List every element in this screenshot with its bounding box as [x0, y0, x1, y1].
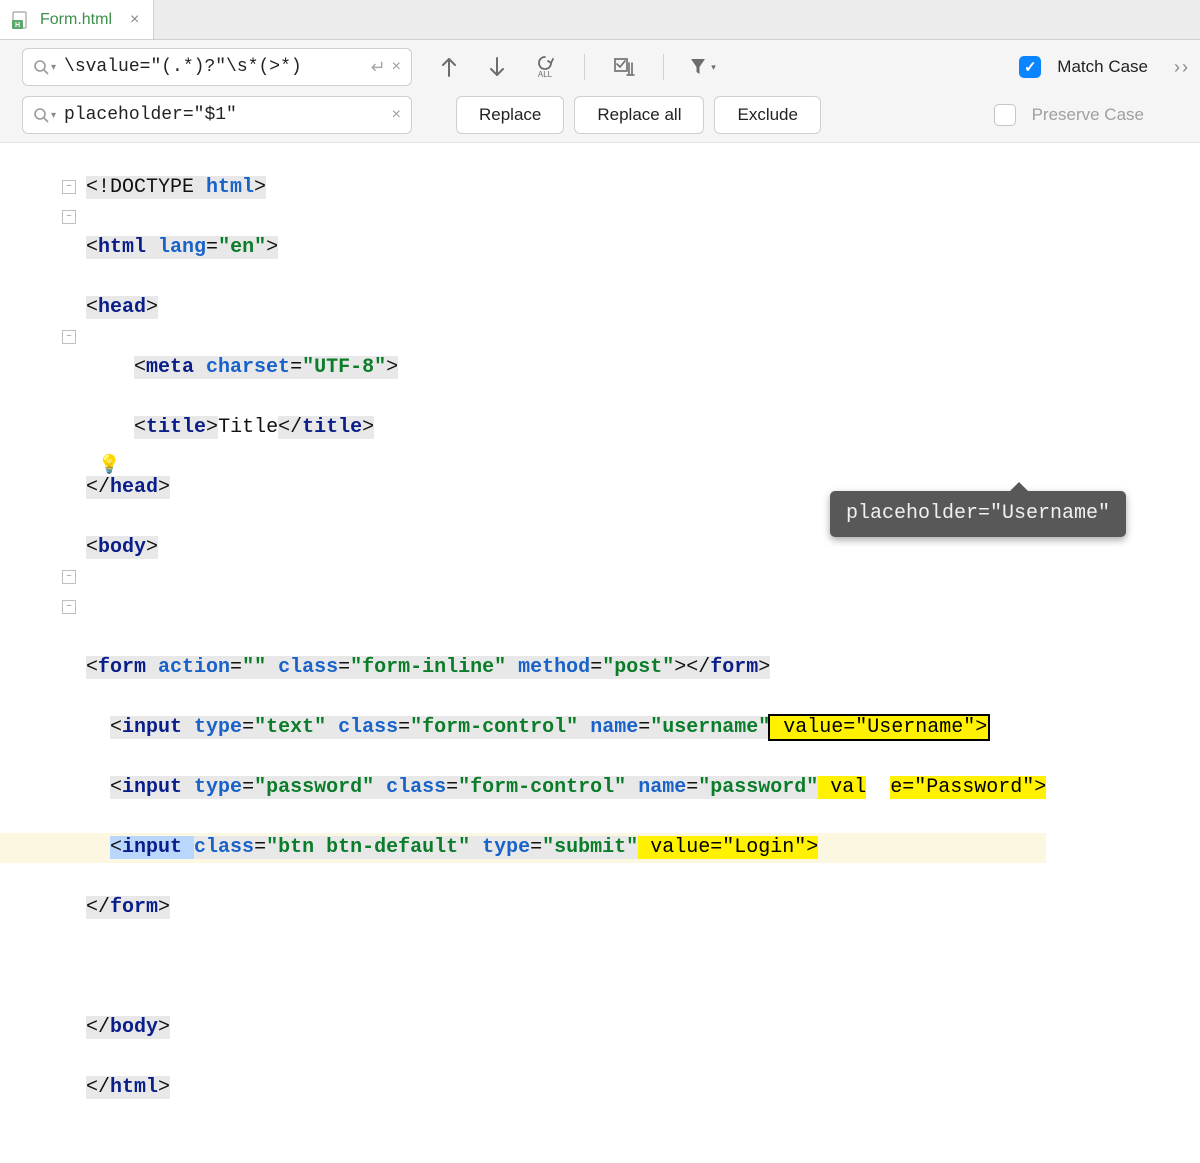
prev-match-icon[interactable]	[436, 54, 462, 80]
editor-tab[interactable]: H Form.html ×	[0, 0, 154, 39]
clear-icon[interactable]: ×	[392, 58, 401, 76]
clear-icon[interactable]: ×	[392, 106, 401, 124]
match-case-checkbox[interactable]: ✓	[1019, 56, 1041, 78]
filter-icon[interactable]: ▾	[690, 54, 716, 80]
match-highlight: value="Username">	[770, 716, 988, 739]
replace-all-button[interactable]: Replace all	[574, 96, 704, 134]
find-toolbar: ALL ▾	[436, 54, 716, 80]
select-occurrences-icon[interactable]	[611, 54, 637, 80]
newline-icon[interactable]: ↵	[371, 57, 386, 78]
exclude-button[interactable]: Exclude	[714, 96, 820, 134]
replace-field[interactable]: ▾ placeholder="$1" ×	[22, 96, 412, 134]
replace-preview-tooltip: placeholder="Username"	[830, 491, 1126, 537]
close-icon[interactable]: ×	[130, 11, 139, 29]
match-highlight: value="Login">	[638, 836, 818, 859]
gutter: – – – – –	[0, 143, 80, 651]
select-all-icon[interactable]: ALL	[532, 54, 558, 80]
find-input-text: \svalue="(.*)?"\s*(>*)	[56, 57, 371, 77]
match-highlight: val	[818, 776, 866, 799]
separator	[584, 54, 585, 80]
fold-icon[interactable]: –	[62, 180, 76, 194]
search-icon	[33, 59, 49, 75]
replace-button[interactable]: Replace	[456, 96, 564, 134]
preserve-case-label: Preserve Case	[1032, 105, 1144, 125]
code-editor[interactable]: – – – – – 💡 <!DOCTYPE html> <html lang="…	[0, 143, 1200, 651]
find-replace-bar: ▾ \svalue="(.*)?"\s*(>*) ↵ × ALL	[0, 40, 1200, 143]
tab-bar: H Form.html ×	[0, 0, 1200, 40]
find-field[interactable]: ▾ \svalue="(.*)?"\s*(>*) ↵ ×	[22, 48, 412, 86]
separator	[663, 54, 664, 80]
selection: <input	[110, 836, 194, 859]
more-options-icon[interactable]: ››	[1174, 57, 1190, 78]
code-area[interactable]: <!DOCTYPE html> <html lang="en"> <head> …	[80, 143, 1046, 651]
tab-label: Form.html	[40, 11, 112, 29]
fold-icon[interactable]: –	[62, 330, 76, 344]
svg-text:H: H	[15, 22, 20, 29]
replace-input-text: placeholder="$1"	[56, 105, 392, 125]
fold-icon[interactable]: –	[62, 600, 76, 614]
match-highlight: e="Password">	[890, 776, 1046, 799]
next-match-icon[interactable]	[484, 54, 510, 80]
fold-icon[interactable]: –	[62, 570, 76, 584]
html-file-icon: H	[10, 9, 32, 31]
match-case-label: Match Case	[1057, 57, 1148, 77]
search-icon	[33, 107, 49, 123]
preserve-case-checkbox[interactable]	[994, 104, 1016, 126]
fold-icon[interactable]: –	[62, 210, 76, 224]
